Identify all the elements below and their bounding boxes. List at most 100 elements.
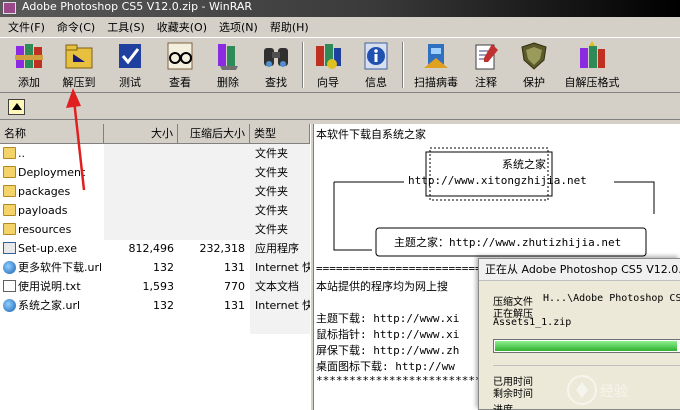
test-button[interactable]: 测试 <box>110 40 150 90</box>
comment-box1-url: http://www.xitongzhijia.net <box>408 174 587 187</box>
file-packed-size: 770 <box>224 280 245 293</box>
delete-icon <box>212 40 244 72</box>
file-rows: .. 文件夹 Deployment 文件夹 packages 文件夹 payloads 文件夹… <box>0 144 310 315</box>
file-row[interactable]: .. 文件夹 <box>0 144 310 163</box>
file-size: 812,496 <box>128 242 175 255</box>
virus-scan-icon <box>420 40 452 72</box>
file-name: packages <box>18 185 71 198</box>
svg-text:经验: 经验 <box>600 384 628 400</box>
comment-download-line: 鼠标指针: http://www.xi <box>316 328 460 341</box>
folder-icon <box>3 166 16 178</box>
column-packed-size[interactable]: 压缩后大小 <box>178 124 250 144</box>
virus-scan-button[interactable]: 扫描病毒 <box>408 40 464 90</box>
column-name[interactable]: 名称 <box>0 124 104 144</box>
file-row[interactable]: packages 文件夹 <box>0 182 310 201</box>
menu-command[interactable]: 命令(C) <box>51 19 101 35</box>
find-button[interactable]: 查找 <box>256 40 296 90</box>
add-books-icon <box>13 40 45 72</box>
file-packed-size: 131 <box>224 261 245 274</box>
file-name: 系统之家.url <box>18 299 81 312</box>
file-type: 文件夹 <box>255 185 288 198</box>
txt-icon <box>3 280 16 292</box>
column-size[interactable]: 大小 <box>104 124 178 144</box>
file-size: 132 <box>153 299 174 312</box>
folder-icon <box>3 223 16 235</box>
file-type: 文件夹 <box>255 166 288 179</box>
menu-favorites[interactable]: 收藏夹(O) <box>151 19 213 35</box>
delete-button[interactable]: 删除 <box>208 40 248 90</box>
test-check-icon <box>114 40 146 72</box>
current-file-name: Assets1_1.zip <box>493 317 572 328</box>
file-list: 名称 大小 压缩后大小 类型 .. 文件夹 Deployment 文件夹 package… <box>0 124 310 410</box>
extract-to-button[interactable]: 解压到 <box>56 40 102 90</box>
protect-button[interactable]: 保护 <box>514 40 554 90</box>
comment-provided-line: 本站提供的程序均为网上搜 <box>316 280 448 293</box>
menu-help[interactable]: 帮助(H) <box>264 19 315 35</box>
file-type: 文件夹 <box>255 223 288 236</box>
folder-icon <box>3 147 16 159</box>
file-type: Internet 快 <box>255 261 310 274</box>
comment-button[interactable]: 注释 <box>466 40 506 90</box>
file-type: 文件夹 <box>255 147 288 160</box>
file-row[interactable]: 使用说明.txt 1,593 770 文本文档 <box>0 277 310 296</box>
file-name: .. <box>18 147 25 160</box>
sfx-icon <box>576 40 608 72</box>
exe-icon <box>3 242 16 254</box>
add-button[interactable]: 添加 <box>8 40 50 90</box>
file-name: 更多软件下载.url <box>18 261 103 274</box>
file-packed-size: 131 <box>224 299 245 312</box>
file-row[interactable]: Deployment 文件夹 <box>0 163 310 182</box>
comment-box1-title: 系统之家 <box>502 158 546 171</box>
menu-tools[interactable]: 工具(S) <box>101 19 151 35</box>
find-binoculars-icon <box>260 40 292 72</box>
comment-notepad-icon <box>470 40 502 72</box>
address-bar <box>0 94 680 120</box>
file-row[interactable]: resources 文件夹 <box>0 220 310 239</box>
compressed-file-path: H...\Adobe Photoshop CS5 V <box>543 293 680 304</box>
file-progress-bar <box>493 339 680 353</box>
file-name: 使用说明.txt <box>18 280 81 293</box>
extract-folder-icon <box>63 40 95 72</box>
remaining-time-label: 剩余时间 <box>493 389 533 400</box>
file-row[interactable]: payloads 文件夹 <box>0 201 310 220</box>
winrar-app-icon <box>3 2 16 14</box>
sfx-button[interactable]: 自解压格式 <box>560 40 624 90</box>
file-name: Set-up.exe <box>18 242 77 255</box>
file-name: Deployment <box>18 166 86 179</box>
menu-file[interactable]: 文件(F) <box>2 19 51 35</box>
toolbar-separator <box>402 42 404 88</box>
toolbar-separator <box>302 42 304 88</box>
url-icon <box>3 299 16 312</box>
url-icon <box>3 261 16 274</box>
comment-download-line: 主题下载: http://www.xi <box>316 312 460 325</box>
window-title: Adobe Photoshop CS5 V12.0.zip - WinRAR <box>22 0 253 13</box>
file-row[interactable]: Set-up.exe 812,496 232,318 应用程序 <box>0 239 310 258</box>
toolbar: 添加 解压到 测试 查看 删除 查找 向导 信息 扫描病毒 注释 保护 自解压格… <box>0 37 680 93</box>
file-size: 132 <box>153 261 174 274</box>
comment-download-line: 屏保下载: http://www.zh <box>316 344 460 357</box>
info-button[interactable]: 信息 <box>356 40 396 90</box>
view-glasses-icon <box>164 40 196 72</box>
file-packed-size: 232,318 <box>199 242 246 255</box>
dialog-title[interactable]: 正在从 Adobe Photoshop CS5 V12.0.1 <box>479 259 680 281</box>
menu-options[interactable]: 选项(N) <box>213 19 264 35</box>
file-type: 应用程序 <box>255 242 299 255</box>
folder-icon <box>3 185 16 197</box>
watermark-logo: 经验 <box>567 375 628 405</box>
up-folder-button[interactable] <box>8 99 25 115</box>
file-row[interactable]: 更多软件下载.url 132 131 Internet 快 <box>0 258 310 277</box>
menu-bar: 文件(F) 命令(C) 工具(S) 收藏夹(O) 选项(N) 帮助(H) <box>0 17 680 37</box>
file-row[interactable]: 系统之家.url 132 131 Internet 快 <box>0 296 310 315</box>
file-type: 文件夹 <box>255 204 288 217</box>
folder-icon <box>3 204 16 216</box>
column-type[interactable]: 类型 <box>250 124 310 144</box>
file-type: 文本文档 <box>255 280 299 293</box>
wizard-button[interactable]: 向导 <box>308 40 348 90</box>
column-header-bar: 名称 大小 压缩后大小 类型 <box>0 124 310 144</box>
window-titlebar: Adobe Photoshop CS5 V12.0.zip - WinRAR <box>0 0 680 17</box>
progress-fill <box>495 341 678 351</box>
view-button[interactable]: 查看 <box>160 40 200 90</box>
file-name: resources <box>18 223 72 236</box>
progress-label: 进度 <box>493 401 513 410</box>
file-type: Internet 快 <box>255 299 310 312</box>
